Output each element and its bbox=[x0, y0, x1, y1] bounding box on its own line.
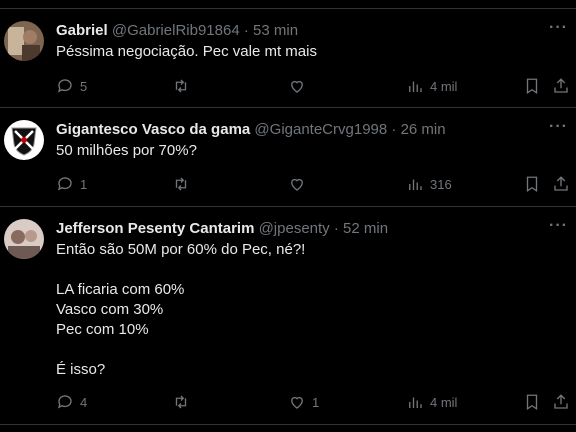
like-button[interactable] bbox=[288, 76, 312, 96]
author-name[interactable]: Gigantesco Vasco da gama bbox=[56, 121, 250, 138]
avatar[interactable] bbox=[4, 120, 44, 160]
author-name[interactable]: Gabriel bbox=[56, 22, 108, 39]
like-count: 1 bbox=[312, 394, 320, 410]
action-bar: 4 1 4 mil bbox=[56, 392, 568, 412]
reply-icon bbox=[57, 395, 72, 409]
retweet-button[interactable] bbox=[172, 174, 196, 194]
retweet-button[interactable] bbox=[172, 392, 196, 412]
share-icon bbox=[554, 78, 568, 93]
reply-button[interactable]: 1 bbox=[56, 174, 87, 194]
tweet[interactable]: Gigantesco Vasco da gama @GiganteCrvg199… bbox=[0, 108, 576, 207]
analytics-icon bbox=[409, 397, 422, 408]
share-button[interactable] bbox=[552, 392, 570, 412]
like-button[interactable] bbox=[288, 174, 312, 194]
tweet-line: 50 milhões por 70%? bbox=[56, 142, 197, 159]
author-name[interactable]: Jefferson Pesenty Cantarim bbox=[56, 220, 254, 237]
separator-dot: · bbox=[391, 121, 397, 138]
author-handle[interactable]: @jpesenty bbox=[259, 220, 330, 237]
tweet-line: Então são 50M por 60% do Pec, né?! bbox=[56, 241, 306, 258]
tweet-line: Pec com 10% bbox=[56, 321, 149, 338]
view-count: 4 mil bbox=[430, 394, 458, 410]
timestamp[interactable]: 26 min bbox=[401, 121, 446, 138]
share-icon bbox=[554, 394, 568, 409]
tweet-header: Gigantesco Vasco da gama @GiganteCrvg199… bbox=[56, 120, 446, 140]
avatar[interactable] bbox=[4, 21, 44, 61]
reply-button[interactable]: 5 bbox=[56, 76, 87, 96]
tweet-header: Jefferson Pesenty Cantarim @jpesenty · 5… bbox=[56, 219, 388, 239]
tweet[interactable]: Jefferson Pesenty Cantarim @jpesenty · 5… bbox=[0, 207, 576, 425]
tweet[interactable]: Gabriel @GabrielRib91864 · 53 min ··· Pé… bbox=[0, 8, 576, 108]
analytics-icon bbox=[409, 179, 422, 190]
more-options-icon[interactable]: ··· bbox=[549, 118, 568, 136]
analytics-icon bbox=[409, 81, 422, 92]
views-button[interactable]: 4 mil bbox=[406, 76, 457, 96]
view-count: 4 mil bbox=[430, 78, 458, 94]
retweet-icon bbox=[175, 177, 187, 191]
reply-icon bbox=[57, 177, 72, 191]
share-button[interactable] bbox=[552, 76, 570, 96]
more-options-icon[interactable]: ··· bbox=[549, 217, 568, 235]
separator-dot: · bbox=[333, 220, 339, 237]
retweet-button[interactable] bbox=[172, 76, 196, 96]
separator-dot: · bbox=[243, 22, 249, 39]
reply-button[interactable]: 4 bbox=[56, 392, 87, 412]
action-bar: 5 4 mil bbox=[56, 76, 568, 96]
tweet-line: É isso? bbox=[56, 361, 106, 378]
reply-count: 5 bbox=[80, 78, 88, 94]
tweet-text: Então são 50M por 60% do Pec, né?! LA fi… bbox=[56, 240, 305, 380]
more-options-icon[interactable]: ··· bbox=[549, 19, 568, 37]
author-handle[interactable]: @GabrielRib91864 bbox=[112, 22, 240, 39]
timestamp[interactable]: 53 min bbox=[253, 22, 298, 39]
like-button[interactable]: 1 bbox=[288, 392, 319, 412]
bookmark-button[interactable] bbox=[523, 392, 541, 412]
author-handle[interactable]: @GiganteCrvg1998 bbox=[254, 121, 387, 138]
tweet-line: Péssima negociação. Pec vale mt mais bbox=[56, 43, 317, 60]
bookmark-icon bbox=[526, 176, 538, 193]
retweet-icon bbox=[175, 79, 187, 93]
heart-icon bbox=[291, 178, 303, 191]
heart-icon bbox=[291, 396, 303, 409]
tweet-text: Péssima negociação. Pec vale mt mais bbox=[56, 42, 317, 62]
tweet-line: LA ficaria com 60% bbox=[56, 281, 185, 298]
bookmark-button[interactable] bbox=[523, 174, 541, 194]
views-button[interactable]: 4 mil bbox=[406, 392, 457, 412]
reply-count: 4 bbox=[80, 394, 88, 410]
tweet-text: 50 milhões por 70%? bbox=[56, 141, 197, 161]
timestamp[interactable]: 52 min bbox=[343, 220, 388, 237]
bookmark-icon bbox=[526, 394, 538, 411]
bookmark-button[interactable] bbox=[523, 76, 541, 96]
bookmark-icon bbox=[526, 78, 538, 95]
tweet-line: Vasco com 30% bbox=[56, 301, 164, 318]
avatar[interactable] bbox=[4, 219, 44, 259]
reply-count: 1 bbox=[80, 176, 88, 192]
views-button[interactable]: 316 bbox=[406, 174, 452, 194]
view-count: 316 bbox=[430, 176, 452, 192]
share-icon bbox=[554, 176, 568, 191]
reply-icon bbox=[57, 79, 72, 93]
heart-icon bbox=[291, 80, 303, 93]
action-bar: 1 316 bbox=[56, 174, 568, 194]
retweet-icon bbox=[175, 395, 187, 409]
share-button[interactable] bbox=[552, 174, 570, 194]
tweet-header: Gabriel @GabrielRib91864 · 53 min bbox=[56, 21, 298, 41]
